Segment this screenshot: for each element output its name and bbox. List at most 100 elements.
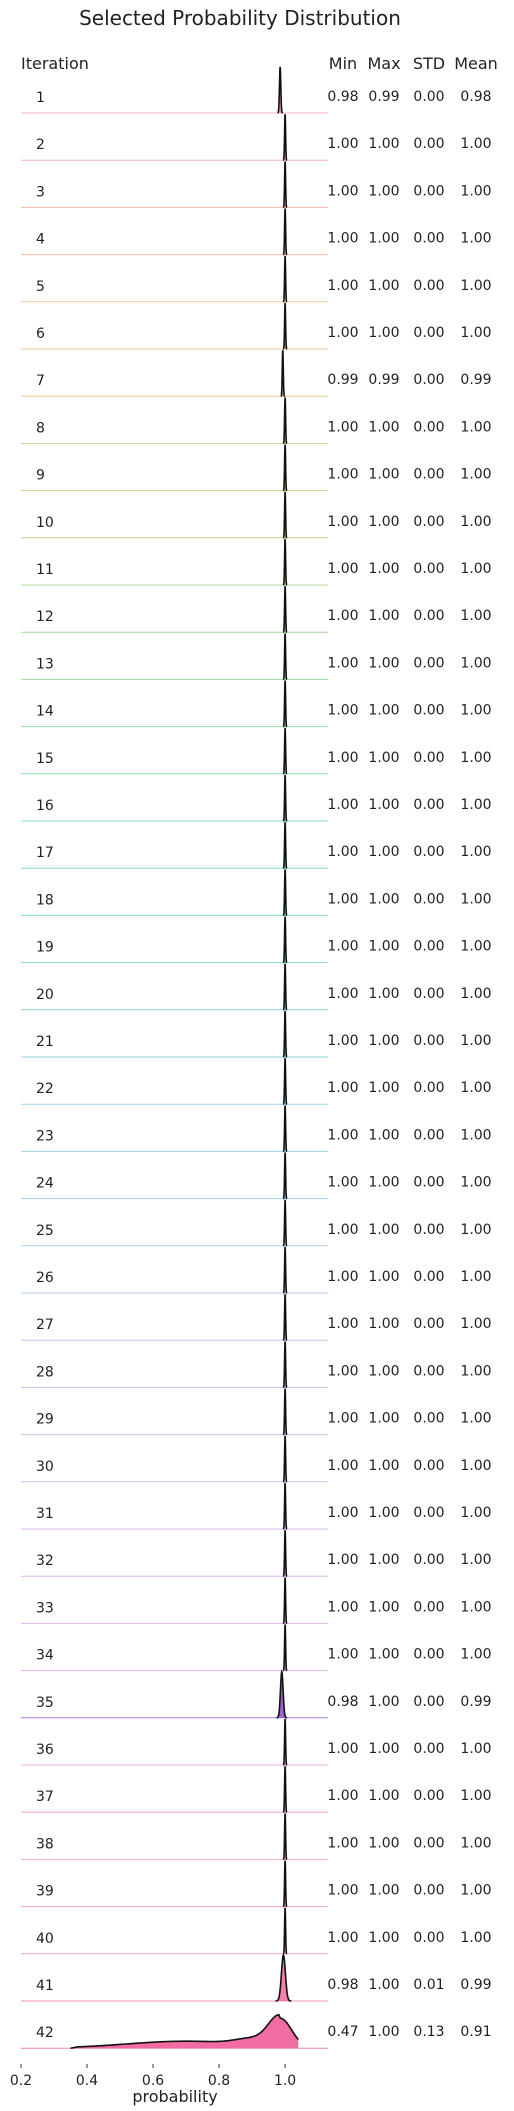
iteration-label: 35 (36, 1695, 54, 1711)
x-tick-label: 1.0 (274, 2073, 296, 2089)
stat-max: 1.00 (368, 655, 399, 671)
ridge-row: 10 1.00 1.00 0.00 1.00 (21, 491, 492, 539)
ridge-row: 25 1.00 1.00 0.00 1.00 (21, 1199, 492, 1247)
stat-std: 0.00 (413, 1175, 444, 1191)
ridge-row: 4 1.00 1.00 0.00 1.00 (21, 208, 492, 256)
stat-max: 1.00 (368, 1363, 399, 1379)
ridge-row: 21 1.00 1.00 0.00 1.00 (21, 1010, 492, 1058)
stat-mean: 1.00 (460, 419, 491, 435)
ridge-row: 35 0.98 1.00 0.00 0.99 (21, 1668, 492, 1719)
stat-mean: 1.00 (460, 1788, 491, 1804)
stat-min: 1.00 (327, 514, 358, 530)
stat-min: 1.00 (327, 1363, 358, 1379)
ridge-row: 12 1.00 1.00 0.00 1.00 (21, 586, 492, 633)
stat-min: 1.00 (327, 183, 358, 199)
x-axis: 0.2 0.4 0.6 0.8 1.0 (10, 2064, 296, 2089)
stat-mean: 1.00 (460, 986, 491, 1002)
iteration-label: 26 (36, 1270, 54, 1286)
ridge-row: 22 1.00 1.00 0.00 1.00 (21, 1058, 492, 1105)
iteration-label: 14 (36, 704, 54, 720)
stat-max: 1.00 (368, 183, 399, 199)
x-tick-label: 0.2 (10, 2073, 32, 2089)
stat-std: 0.00 (413, 844, 444, 860)
ridge-row: 32 1.00 1.00 0.00 1.00 (21, 1530, 492, 1577)
stat-max: 1.00 (368, 1647, 399, 1663)
stat-min: 0.98 (327, 1977, 358, 1993)
ridge-row: 1 0.98 0.99 0.00 0.98 (21, 66, 492, 114)
stat-min: 1.00 (327, 939, 358, 955)
stat-mean: 1.00 (460, 561, 491, 577)
stat-std: 0.00 (413, 514, 444, 530)
ridge-row: 6 1.00 1.00 0.00 1.00 (21, 302, 492, 350)
iteration-column-header: Iteration (21, 54, 89, 73)
ridge-row: 8 1.00 1.00 0.00 1.00 (21, 397, 492, 445)
stat-max: 1.00 (368, 231, 399, 247)
stat-std: 0.00 (413, 325, 444, 341)
stat-mean: 1.00 (460, 1175, 491, 1191)
ridge-row: 33 1.00 1.00 0.00 1.00 (21, 1577, 492, 1625)
ridge-row: 29 1.00 1.00 0.00 1.00 (21, 1388, 492, 1436)
stat-min: 0.47 (327, 2024, 358, 2040)
stat-min: 1.00 (327, 1411, 358, 1427)
stat-mean: 1.00 (460, 797, 491, 813)
ridge-row: 19 1.00 1.00 0.00 1.00 (21, 916, 492, 964)
stat-min: 1.00 (327, 608, 358, 624)
stat-std: 0.00 (413, 89, 444, 105)
stat-std: 0.00 (413, 797, 444, 813)
ridge-row: 13 1.00 1.00 0.00 1.00 (21, 633, 492, 681)
stat-mean: 1.00 (460, 278, 491, 294)
stat-std: 0.00 (413, 1411, 444, 1427)
iteration-label: 41 (36, 1978, 54, 1994)
ridge-row: 9 1.00 1.00 0.00 1.00 (21, 444, 492, 492)
stat-std: 0.00 (413, 231, 444, 247)
stat-header-mean: Mean (454, 54, 498, 73)
iteration-label: 32 (36, 1553, 54, 1569)
iteration-label: 20 (36, 987, 54, 1003)
ridge-row: 17 1.00 1.00 0.00 1.00 (21, 822, 492, 869)
stat-mean: 1.00 (460, 514, 491, 530)
stat-min: 0.98 (327, 89, 358, 105)
iteration-label: 1 (36, 90, 45, 106)
ridge-row: 18 1.00 1.00 0.00 1.00 (21, 869, 492, 917)
iteration-label: 33 (36, 1600, 54, 1616)
stat-mean: 1.00 (460, 1599, 491, 1615)
ridge-row: 36 1.00 1.00 0.00 1.00 (21, 1718, 492, 1766)
stat-min: 1.00 (327, 1552, 358, 1568)
stat-max: 1.00 (368, 1930, 399, 1946)
stat-min: 1.00 (327, 136, 358, 152)
x-axis-label: probability (132, 2087, 217, 2106)
stat-max: 1.00 (368, 1175, 399, 1191)
stat-max: 1.00 (368, 1788, 399, 1804)
ridge-row: 28 1.00 1.00 0.00 1.00 (21, 1341, 492, 1389)
ridge-row: 20 1.00 1.00 0.00 1.00 (21, 963, 492, 1011)
stat-min: 1.00 (327, 561, 358, 577)
stat-max: 1.00 (368, 1458, 399, 1474)
stat-max: 1.00 (368, 1883, 399, 1899)
iteration-label: 27 (36, 1317, 54, 1333)
ridge-row: 5 1.00 1.00 0.00 1.00 (21, 255, 492, 303)
ridge-row: 41 0.98 1.00 0.01 0.99 (21, 1952, 492, 2002)
stat-max: 1.00 (368, 703, 399, 719)
stat-min: 1.00 (327, 1883, 358, 1899)
iteration-label: 17 (36, 845, 54, 861)
iteration-label: 19 (36, 940, 54, 956)
stat-max: 1.00 (368, 1080, 399, 1096)
stat-max: 1.00 (368, 467, 399, 483)
stat-std: 0.00 (413, 750, 444, 766)
iteration-label: 18 (36, 892, 54, 908)
ridge-row: 38 1.00 1.00 0.00 1.00 (21, 1813, 492, 1861)
iteration-label: 13 (36, 656, 54, 672)
iteration-label: 6 (36, 326, 45, 342)
iteration-label: 30 (36, 1459, 54, 1475)
iteration-label: 42 (36, 2025, 54, 2041)
stat-max: 1.00 (368, 1033, 399, 1049)
stat-mean: 1.00 (460, 655, 491, 671)
stat-mean: 0.99 (460, 372, 491, 388)
stat-mean: 1.00 (460, 1552, 491, 1568)
ridge-row: 14 1.00 1.00 0.00 1.00 (21, 680, 492, 728)
stat-min: 1.00 (327, 1033, 358, 1049)
stat-std: 0.00 (413, 372, 444, 388)
chart-title: Selected Probability Distribution (79, 6, 401, 30)
stat-std: 0.00 (413, 1458, 444, 1474)
stat-mean: 1.00 (460, 231, 491, 247)
